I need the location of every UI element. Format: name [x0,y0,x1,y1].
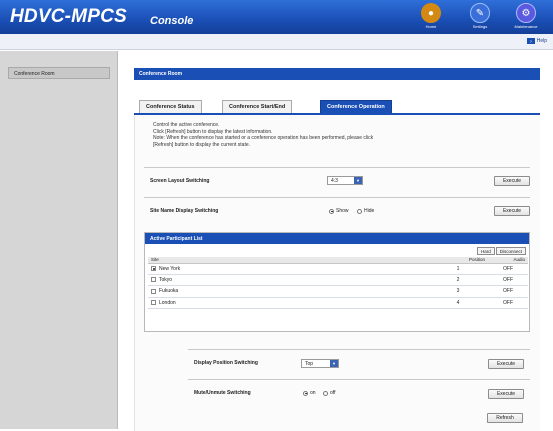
screen-layout-value: 4:3 [331,178,338,184]
position-value: 4 [428,297,488,310]
radio-unselected-icon [357,208,362,214]
audio-value: OFF [488,263,528,275]
audio-value: OFF [488,285,528,298]
brand-logo: HDVC-MPCS [10,6,127,27]
position-value: 1 [428,263,488,275]
disconnect-button[interactable]: Disconnect [495,247,526,255]
radio-label: off [330,390,336,396]
display-position-select[interactable]: Top ▼ [301,359,339,368]
tab-bar: Conference Status Conference Start/End C… [134,96,540,113]
checkbox-icon[interactable] [151,288,156,294]
position-value: 2 [428,274,488,287]
radio-selected-icon [303,390,308,396]
site-name-row: Site Name Display Switching Show Hide Ex… [144,197,530,221]
checkbox-icon[interactable] [151,300,156,306]
main-content: Conference Room Conference Status Confer… [134,68,540,431]
home-button[interactable]: ● Home [404,3,458,29]
table-row[interactable]: Fukuoka 3 OFF [148,285,528,298]
radio-selected-icon [329,208,334,214]
mute-execute-button[interactable]: Execute [488,389,524,399]
help-label: Help [536,38,547,44]
info-line: [Refresh] button to display the current … [153,141,250,148]
audio-value: OFF [488,274,528,287]
participant-table: Site Position Audio New York 1 OFF Tokyo… [148,257,528,310]
tab-conference-operation[interactable]: Conference Operation [320,100,392,113]
radio-unselected-icon [323,390,328,396]
mute-off-radio[interactable]: off [323,390,335,396]
tab-conference-start-end[interactable]: Conference Start/End [222,100,293,113]
table-row[interactable]: London 4 OFF [148,297,528,310]
participant-list: Active Participant List Hard Disconnect … [144,232,530,332]
mute-label: Mute/Unmute Switching [194,390,251,396]
table-row[interactable]: New York 1 OFF [148,263,528,275]
site-name: Tokyo [159,277,173,284]
section-title: Conference Room [134,68,540,80]
radio-label: on [310,390,316,396]
audio-value: OFF [488,297,528,310]
maintenance-label: Maintenance [514,24,538,29]
screen-layout-select[interactable]: 4:3 ▼ [327,176,363,185]
site-name-execute-button[interactable]: Execute [494,206,530,216]
sidebar-item-conference-room[interactable]: Conference Room [8,67,110,79]
screen-layout-execute-button[interactable]: Execute [494,176,530,186]
subheader-bar: ? Help [0,34,553,50]
info-text: Control the active conference. Click [Re… [153,122,533,148]
site-name: Fukuoka [159,288,179,295]
display-position-execute-button[interactable]: Execute [488,359,524,369]
sidebar: Conference Room [0,51,118,429]
refresh-button[interactable]: Refresh [487,413,523,423]
table-row[interactable]: Tokyo 2 OFF [148,274,528,287]
hard-button[interactable]: Hard [476,247,495,255]
mute-on-radio[interactable]: on [303,390,316,396]
operation-panel: Control the active conference. Click [Re… [134,115,540,431]
checkbox-checked-icon[interactable] [151,265,156,271]
mute-row: Mute/Unmute Switching on off Execute [188,379,530,405]
chevron-down-icon: ▼ [354,177,362,184]
screen-layout-label: Screen Layout Switching [150,178,210,184]
participant-list-title: Active Participant List [145,233,529,244]
maintenance-button[interactable]: ⚙ Maintenance [499,3,553,29]
home-label: Home [425,24,437,29]
chevron-down-icon: ▼ [330,360,338,367]
help-link[interactable]: ? Help [526,38,547,44]
position-value: 3 [428,285,488,298]
app-subtitle: Console [150,15,194,27]
home-icon: ● [421,3,441,23]
tab-conference-status[interactable]: Conference Status [139,100,202,113]
maintenance-icon: ⚙ [516,3,536,23]
display-position-value: Top [305,361,314,367]
participant-list-tools: Hard Disconnect [476,247,526,255]
help-icon: ? [526,38,535,44]
site-name-hide-radio[interactable]: Hide [357,208,374,214]
site-name: London [159,299,176,306]
radio-label: Hide [364,208,375,214]
screen-layout-row: Screen Layout Switching 4:3 ▼ Execute [144,167,530,191]
radio-label: Show [336,208,349,214]
site-name-show-radio[interactable]: Show [329,208,349,214]
display-position-label: Display Position Switching [194,360,258,366]
app-header: HDVC-MPCS Console ● Home ✎ Settings ⚙ Ma… [0,0,553,34]
settings-icon: ✎ [470,3,490,23]
display-position-row: Display Position Switching Top ▼ Execute [188,349,530,375]
site-name-label: Site Name Display Switching [150,208,219,214]
checkbox-icon[interactable] [151,277,156,283]
site-name: New York [159,265,181,272]
